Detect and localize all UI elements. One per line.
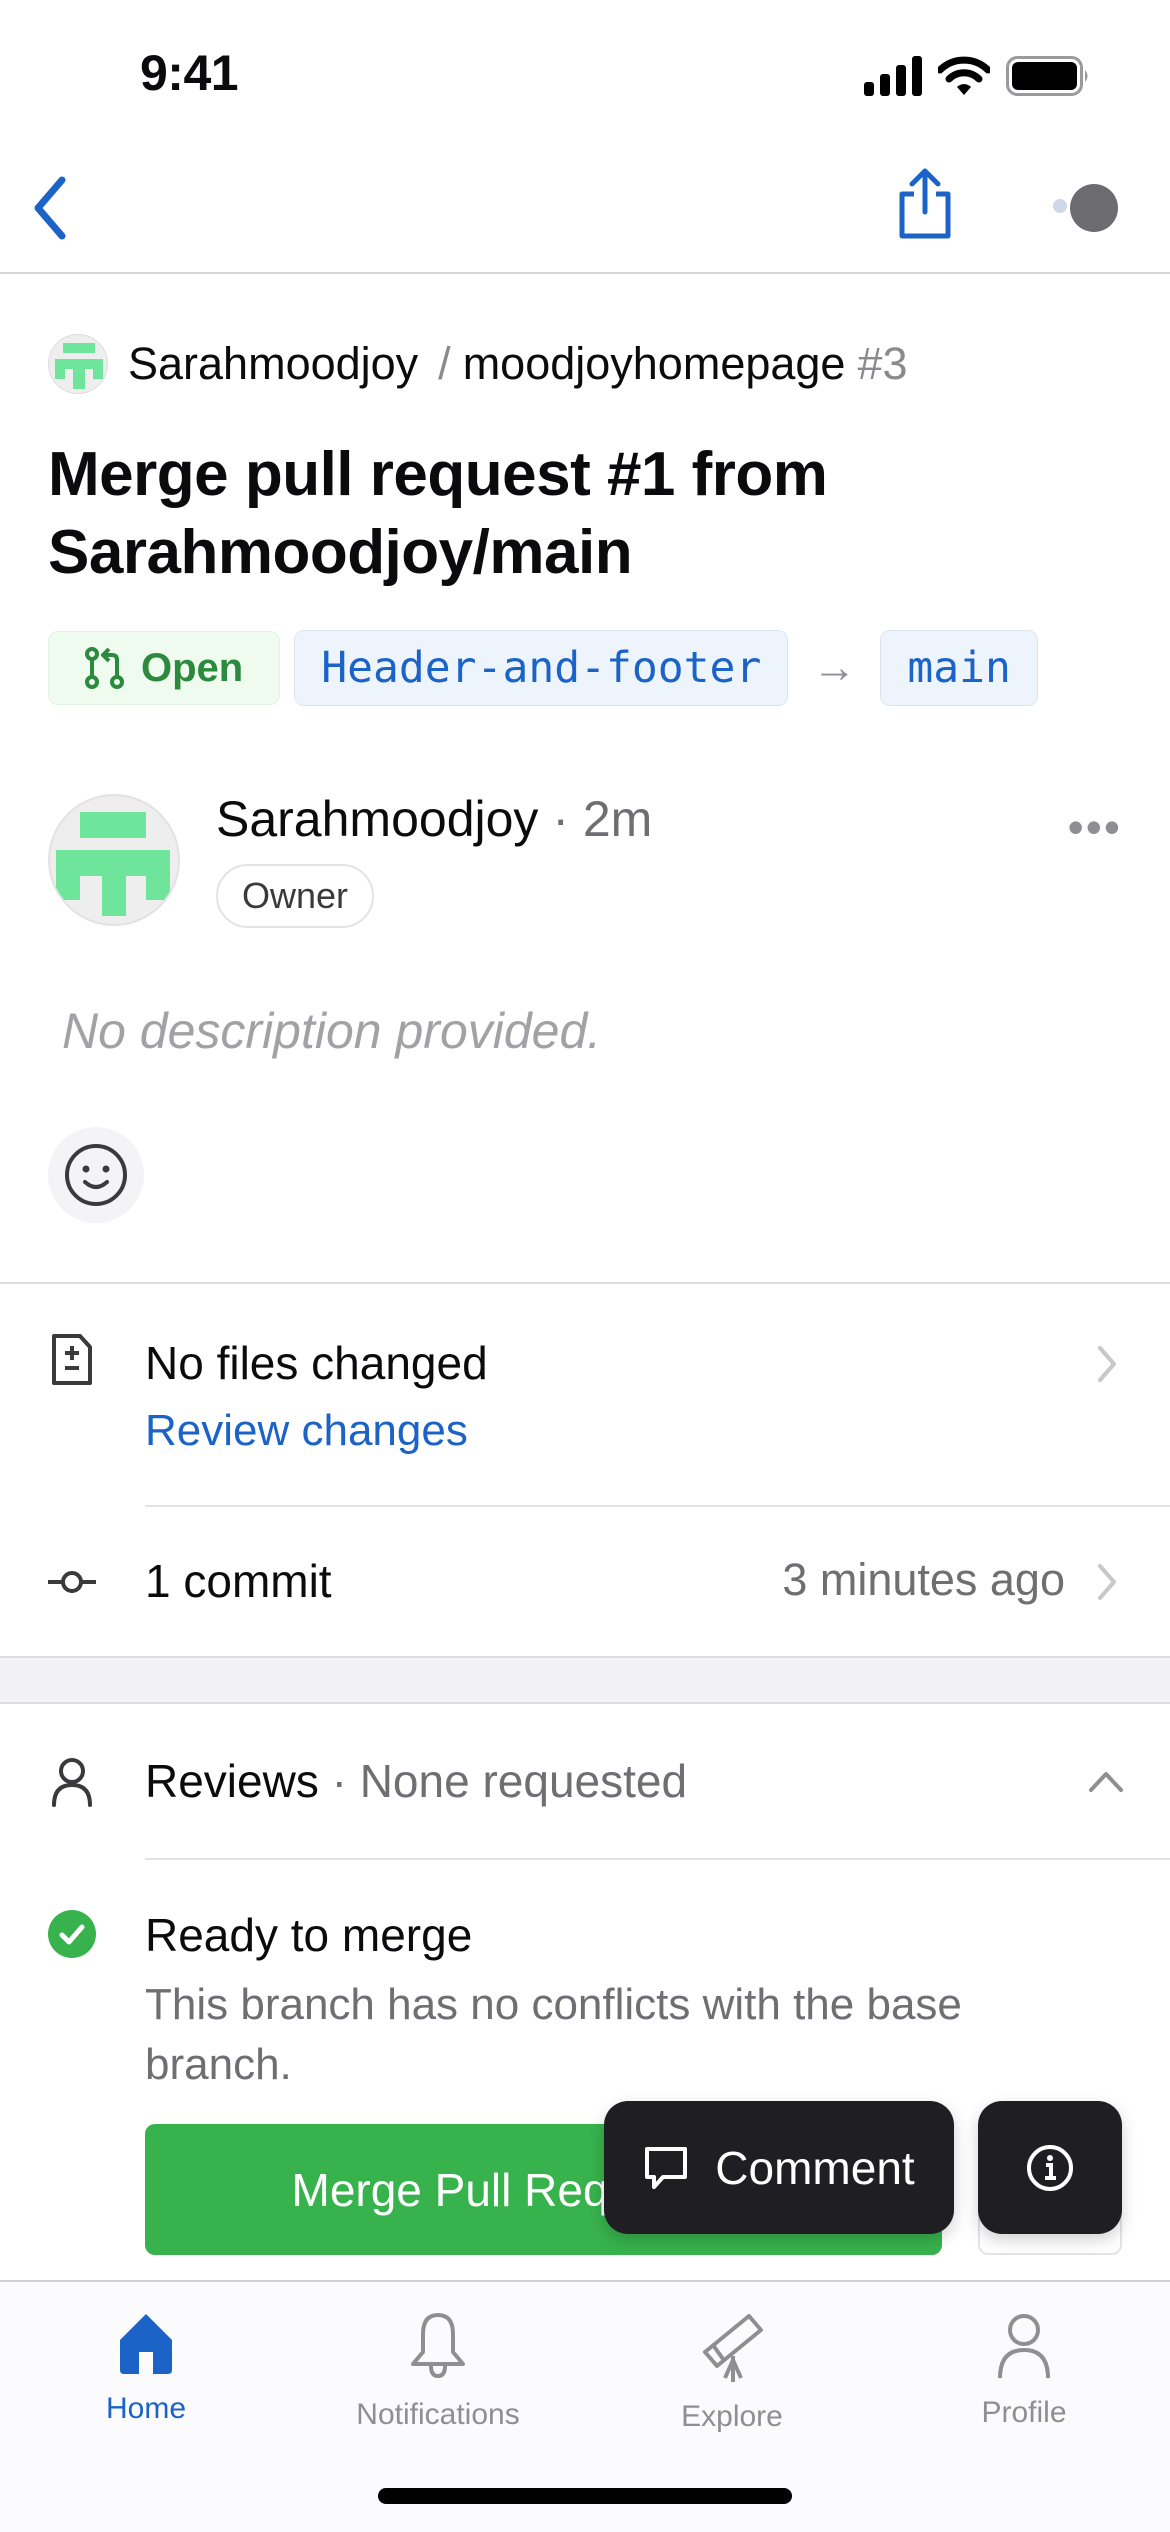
check-circle-icon bbox=[48, 1910, 96, 1958]
tab-profile-label: Profile bbox=[981, 2396, 1067, 2429]
home-icon bbox=[120, 2314, 172, 2374]
telescope-icon bbox=[703, 2314, 763, 2382]
bell-icon bbox=[411, 2313, 465, 2379]
comment-label: Comment bbox=[715, 2141, 915, 2194]
more-button[interactable] bbox=[1052, 184, 1124, 236]
pr-state-label: Open bbox=[141, 645, 244, 690]
merge-status-description: This branch has no conflicts with the ba… bbox=[145, 1980, 962, 2089]
battery-icon bbox=[1006, 56, 1088, 96]
more-circle-icon bbox=[1053, 184, 1118, 232]
share-button[interactable] bbox=[892, 168, 958, 240]
author-line: Sarahmoodjoy · 2m bbox=[216, 790, 652, 848]
tab-home[interactable]: Home bbox=[26, 2312, 266, 2426]
repo-owner-avatar bbox=[48, 334, 108, 394]
tab-profile[interactable]: Profile bbox=[904, 2312, 1144, 2430]
repo-separator: / bbox=[438, 338, 451, 389]
cellular-signal-icon bbox=[864, 56, 922, 96]
arrow-right-icon: → bbox=[812, 643, 857, 692]
review-changes-link[interactable]: Review changes bbox=[145, 1406, 468, 1456]
owner-badge: Owner bbox=[216, 864, 375, 928]
chevron-right-icon bbox=[1098, 1564, 1116, 1600]
pr-title: Merge pull request #1 from Sarahmoodjoy/… bbox=[48, 440, 828, 587]
tab-notifications[interactable]: Notifications bbox=[318, 2312, 558, 2432]
repo-owner[interactable]: Sarahmoodjoy bbox=[128, 338, 418, 390]
head-branch-chip[interactable]: Header-and-footer bbox=[294, 630, 789, 706]
status-icons bbox=[864, 56, 1090, 96]
home-indicator bbox=[378, 2488, 792, 2504]
commit-count: 1 commit bbox=[145, 1555, 332, 1607]
merge-status-title: Ready to merge bbox=[145, 1909, 473, 1961]
chevron-left-icon bbox=[34, 176, 66, 240]
row-divider bbox=[145, 1858, 1170, 1860]
git-commit-icon bbox=[48, 1558, 96, 1606]
tab-explore-label: Explore bbox=[681, 2400, 783, 2433]
nav-divider bbox=[0, 272, 1170, 274]
person-icon bbox=[48, 1758, 96, 1807]
files-changed-title: No files changed bbox=[145, 1337, 488, 1389]
reviews-status: · None requested bbox=[331, 1755, 688, 1807]
pr-number: #3 bbox=[857, 338, 908, 389]
repo-name[interactable]: moodjoyhomepage bbox=[463, 338, 846, 390]
share-icon bbox=[899, 168, 951, 239]
pr-chips: Open Header-and-footer → main bbox=[48, 630, 1038, 706]
tab-explore[interactable]: Explore bbox=[612, 2312, 852, 2434]
reviews-title: Reviews bbox=[145, 1755, 319, 1807]
info-button[interactable] bbox=[978, 2101, 1122, 2234]
add-reaction-button[interactable] bbox=[48, 1127, 144, 1223]
identicon-icon bbox=[56, 812, 170, 916]
wifi-icon bbox=[938, 56, 990, 95]
status-time: 9:41 bbox=[140, 45, 239, 101]
pr-description: No description provided. bbox=[62, 1003, 602, 1059]
info-icon bbox=[1027, 2144, 1073, 2191]
comment-icon bbox=[645, 2146, 688, 2189]
tab-home-label: Home bbox=[105, 2392, 187, 2425]
back-button[interactable] bbox=[22, 172, 92, 242]
git-pull-request-icon bbox=[85, 647, 124, 689]
file-diff-icon bbox=[48, 1334, 96, 1385]
pr-state-badge: Open bbox=[48, 631, 281, 705]
reviews-label: Reviews · None requested bbox=[145, 1754, 687, 1808]
chevron-up-icon[interactable] bbox=[1086, 1766, 1126, 1796]
person-icon bbox=[998, 2314, 1050, 2378]
commit-time: 3 minutes ago bbox=[782, 1554, 1065, 1605]
comment-more-button[interactable]: ••• bbox=[1068, 800, 1122, 854]
comment-time: · 2m bbox=[552, 791, 653, 847]
repo-breadcrumb[interactable]: Sarahmoodjoy / moodjoyhomepage #3 bbox=[48, 334, 908, 394]
chevron-right-icon bbox=[1098, 1346, 1116, 1382]
author-name[interactable]: Sarahmoodjoy bbox=[216, 791, 538, 847]
smiley-icon bbox=[65, 1144, 127, 1206]
identicon-icon bbox=[55, 343, 103, 389]
tab-notifications-label: Notifications bbox=[356, 2398, 520, 2431]
base-branch-chip[interactable]: main bbox=[880, 630, 1038, 706]
section-spacer bbox=[0, 1656, 1170, 1704]
comment-button[interactable]: Comment bbox=[604, 2101, 954, 2234]
author-avatar[interactable] bbox=[48, 794, 180, 926]
files-changed-row[interactable] bbox=[0, 1284, 1170, 1506]
